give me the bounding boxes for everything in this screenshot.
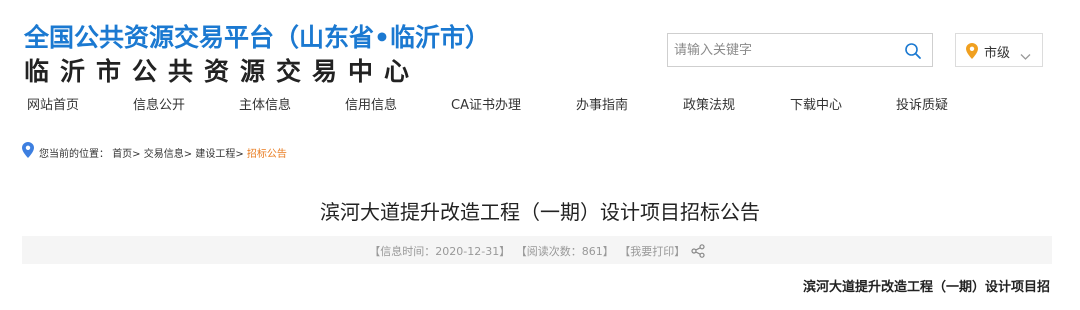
view-count: 【阅读次数：861】: [515, 245, 614, 258]
nav-item-guide[interactable]: 办事指南: [576, 94, 628, 113]
city-level-select[interactable]: 市级: [955, 33, 1043, 67]
breadcrumb-trade-info[interactable]: 交易信息>: [144, 149, 192, 160]
breadcrumb-home[interactable]: 首页>: [112, 149, 140, 160]
nav-item-ca-certificate[interactable]: CA证书办理: [451, 94, 521, 113]
breadcrumb-current[interactable]: 招标公告: [247, 149, 287, 160]
nav-item-credit-info[interactable]: 信用信息: [345, 94, 397, 113]
site-title-sub[interactable]: 临沂市公共资源交易中心: [24, 52, 420, 88]
info-time: 【信息时间：2020-12-31】: [369, 245, 511, 258]
article-title: 滨河大道提升改造工程（一期）设计项目招标公告: [320, 200, 760, 224]
breadcrumb-text: 您当前的位置： 首页> 交易信息> 建设工程> 招标公告: [39, 145, 287, 160]
nav-item-complaint[interactable]: 投诉质疑: [896, 94, 948, 113]
search-icon[interactable]: [904, 42, 922, 60]
document-heading: 滨河大道提升改造工程（一期）设计项目招: [802, 280, 1050, 295]
location-pin-icon: [966, 43, 978, 59]
city-level-label: 市级: [984, 46, 1011, 61]
location-pin-icon: [22, 142, 34, 158]
search-box: [667, 33, 933, 67]
article-meta-row: 【信息时间：2020-12-31】 【阅读次数：861】 【我要打印】: [22, 243, 1052, 259]
nav-item-home[interactable]: 网站首页: [27, 94, 79, 113]
print-link[interactable]: 【我要打印】: [619, 245, 685, 258]
nav-item-policy[interactable]: 政策法规: [683, 94, 735, 113]
main-nav: 网站首页 信息公开 主体信息 信用信息 CA证书办理 办事指南 政策法规 下载中…: [0, 94, 1080, 120]
nav-item-entity-info[interactable]: 主体信息: [239, 94, 291, 113]
site-title-main[interactable]: 全国公共资源交易平台（山东省•临沂市）: [24, 18, 490, 54]
article-meta-bar: 【信息时间：2020-12-31】 【阅读次数：861】 【我要打印】: [22, 236, 1052, 264]
breadcrumb-construction[interactable]: 建设工程>: [195, 149, 243, 160]
nav-item-info-public[interactable]: 信息公开: [133, 94, 185, 113]
chevron-down-icon: [1020, 46, 1031, 60]
search-input[interactable]: [668, 34, 904, 66]
share-icon[interactable]: [691, 244, 705, 258]
nav-item-download[interactable]: 下载中心: [790, 94, 842, 113]
breadcrumb-prefix: 您当前的位置：: [39, 149, 109, 160]
